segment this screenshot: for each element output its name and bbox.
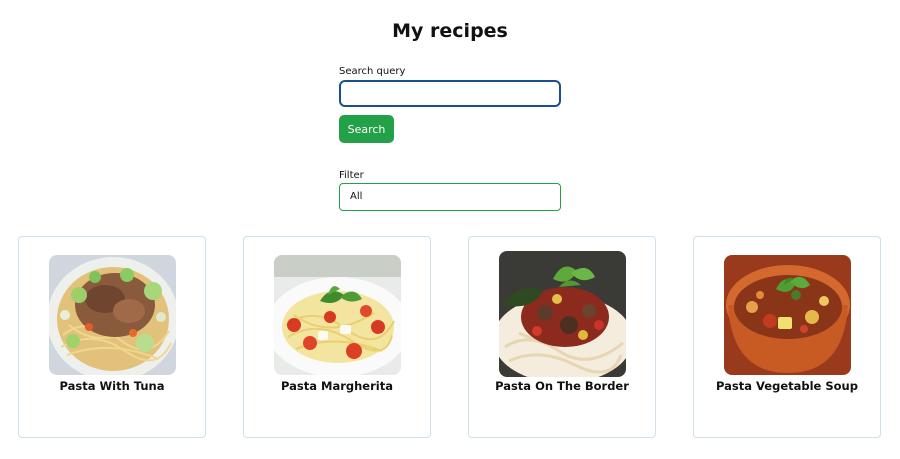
recipe-card-pasta-vegetable-soup[interactable]: Pasta Vegetable Soup — [693, 236, 881, 438]
search-query-label: Search query — [339, 66, 406, 77]
page-title: My recipes — [392, 20, 508, 42]
recipe-card-pasta-margherita[interactable]: Pasta Margherita — [243, 236, 431, 438]
recipe-title: Pasta Vegetable Soup — [716, 379, 858, 393]
filter-selected-value: All — [350, 191, 363, 202]
filter-select[interactable]: All — [339, 183, 561, 211]
vegetable-soup-photo — [724, 255, 851, 375]
recipe-card-pasta-with-tuna[interactable]: Pasta With Tuna — [18, 236, 206, 438]
search-input[interactable] — [339, 80, 561, 107]
pasta-margherita-photo — [274, 255, 401, 375]
recipe-title: Pasta Margherita — [281, 379, 393, 393]
pasta-border-photo — [499, 251, 626, 377]
recipe-title: Pasta With Tuna — [59, 379, 165, 393]
search-button[interactable]: Search — [339, 115, 394, 143]
filter-label: Filter — [339, 170, 364, 181]
recipe-card-pasta-on-the-border[interactable]: Pasta On The Border — [468, 236, 656, 438]
pasta-tuna-photo — [49, 255, 176, 375]
recipe-title: Pasta On The Border — [495, 379, 629, 393]
